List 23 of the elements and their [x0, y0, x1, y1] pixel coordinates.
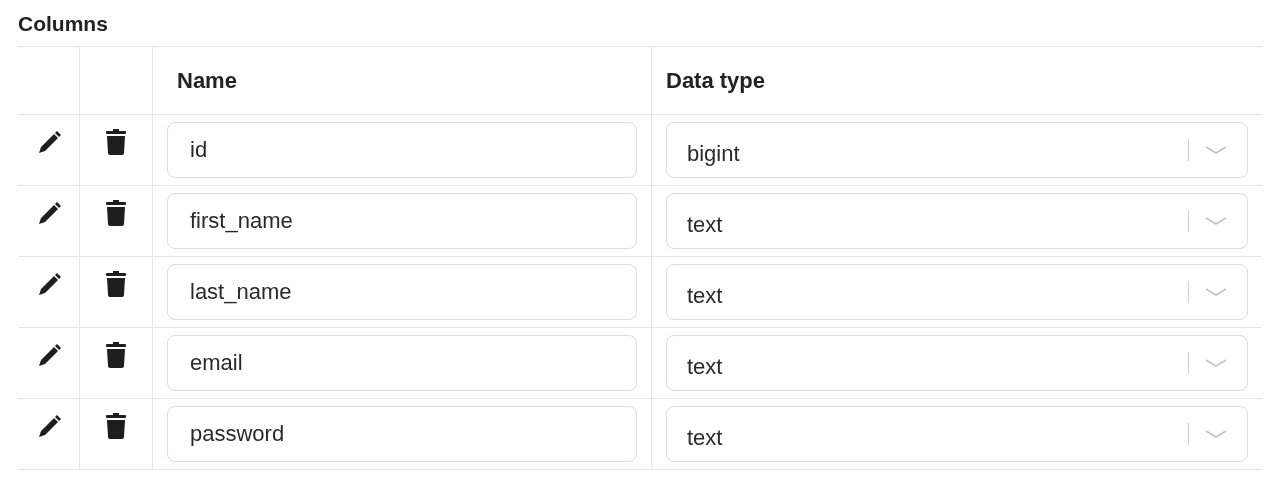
data-type-select[interactable]: text [666, 193, 1248, 249]
name-field[interactable]: email [167, 335, 637, 391]
chevron-down-icon [1205, 287, 1227, 297]
data-type-select[interactable]: text [666, 264, 1248, 320]
trash-icon[interactable] [105, 413, 127, 439]
column-header: Name [153, 47, 652, 115]
data-type-select[interactable]: text [666, 335, 1248, 391]
name-field[interactable]: last_name [167, 264, 637, 320]
trash-icon[interactable] [105, 129, 127, 155]
chevron-down-icon [1205, 429, 1227, 439]
data-type-select[interactable]: bigint [666, 122, 1248, 178]
column-header: Data type [652, 47, 1262, 115]
data-type-select[interactable]: text [666, 406, 1248, 462]
chevron-down-icon [1205, 145, 1227, 155]
chevron-down-icon [1205, 358, 1227, 368]
chevron-down-icon [1205, 216, 1227, 226]
trash-icon[interactable] [105, 200, 127, 226]
section-title: Columns [18, 12, 109, 36]
name-field[interactable]: first_name [167, 193, 637, 249]
trash-icon[interactable] [105, 342, 127, 368]
trash-icon[interactable] [105, 271, 127, 297]
name-field[interactable]: password [167, 406, 637, 462]
name-field[interactable]: id [167, 122, 637, 178]
